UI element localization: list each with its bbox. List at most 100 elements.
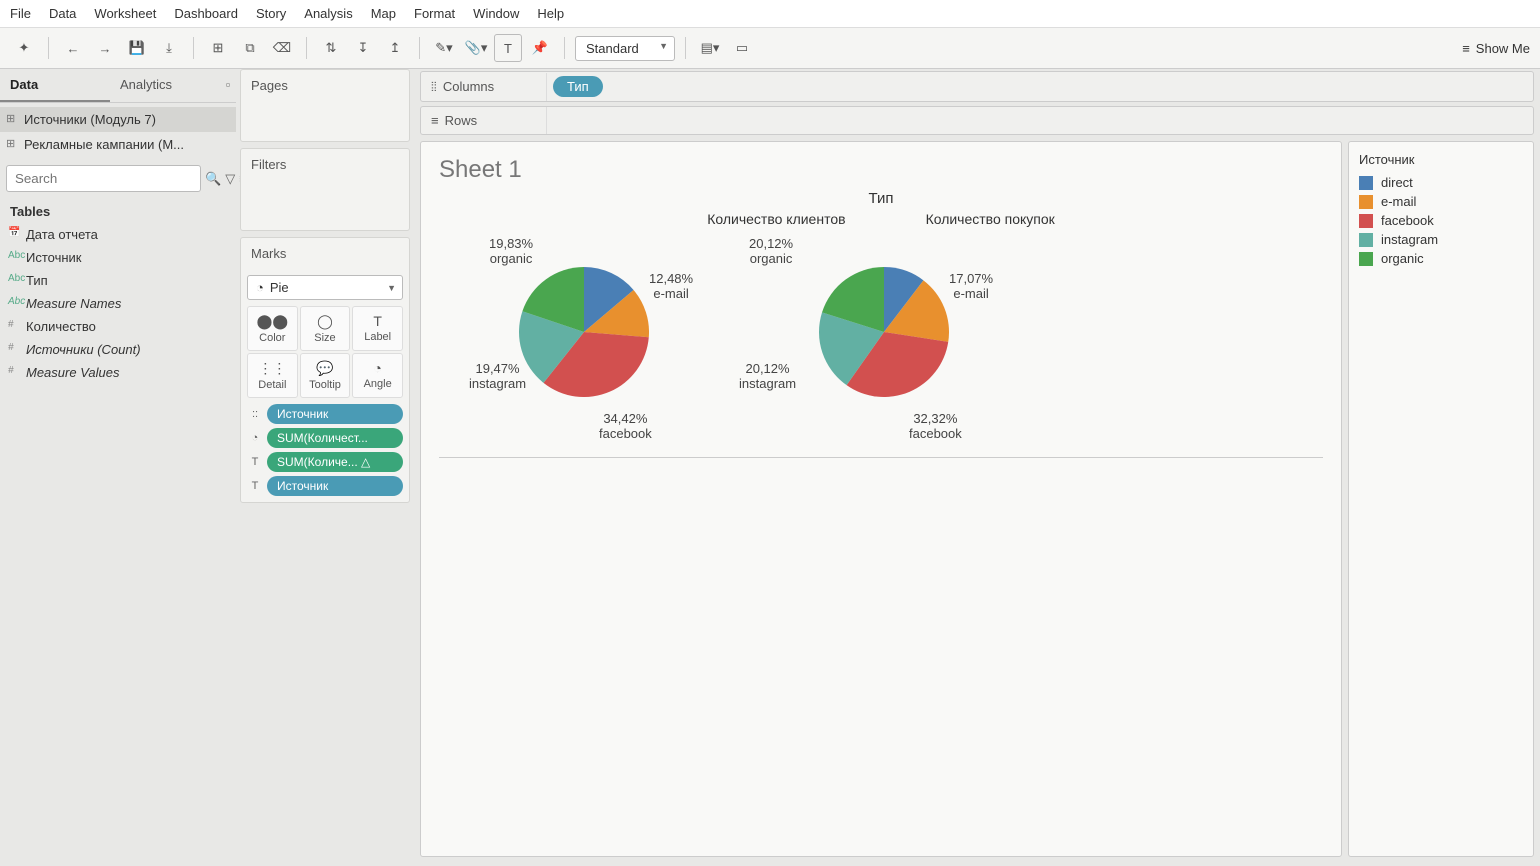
mark-size[interactable]: ◯Size	[300, 306, 351, 351]
color-legend[interactable]: Источник directe-mailfacebookinstagramor…	[1348, 141, 1534, 857]
clear-icon[interactable]: ⌫	[268, 34, 296, 62]
undo-icon[interactable]: ←	[59, 34, 87, 62]
field-label: Дата отчета	[26, 227, 98, 242]
field-label: Количество	[26, 319, 96, 334]
present-icon[interactable]: ▭	[728, 34, 756, 62]
legend-swatch	[1359, 195, 1373, 209]
field-item[interactable]: AbcТип	[0, 269, 236, 292]
field-type-icon: 📅	[8, 227, 20, 238]
legend-item[interactable]: e-mail	[1359, 192, 1523, 211]
legend-swatch	[1359, 252, 1373, 266]
pie-label: 19,83%organic	[489, 237, 533, 267]
swap-icon[interactable]: ⇅	[317, 34, 345, 62]
menu-data[interactable]: Data	[49, 6, 76, 21]
pill-shelf-icon: T	[247, 456, 263, 468]
pane-menu-icon[interactable]: ▫	[220, 69, 236, 102]
sheet-title[interactable]: Sheet 1	[439, 156, 1323, 184]
fit-selector[interactable]: Standard	[575, 36, 675, 61]
rows-shelf[interactable]: ≡Rows	[420, 106, 1534, 135]
menu-worksheet[interactable]: Worksheet	[94, 6, 156, 21]
new-sheet-icon[interactable]: ⊞	[204, 34, 232, 62]
legend-item[interactable]: organic	[1359, 249, 1523, 268]
legend-item[interactable]: direct	[1359, 173, 1523, 192]
save-icon[interactable]: 💾	[123, 34, 151, 62]
menu-format[interactable]: Format	[414, 6, 455, 21]
highlight-icon[interactable]: ✎▾	[430, 34, 458, 62]
mark-angle[interactable]: ◔Angle	[352, 353, 403, 398]
tab-data[interactable]: Data	[0, 69, 110, 102]
field-item[interactable]: # Количество	[0, 315, 236, 338]
mark-pill[interactable]: Источник	[267, 404, 403, 424]
datasource-item[interactable]: Рекламные кампании (М...	[0, 132, 236, 157]
marks-card: Marks ◔ Pie ⬤⬤Color◯SizeTLabel⋮⋮Detail💬T…	[240, 237, 410, 503]
group-icon[interactable]: 📎▾	[462, 34, 490, 62]
subheader-0: Количество клиентов	[707, 211, 845, 227]
columns-pill[interactable]: Тип	[553, 76, 603, 97]
redo-icon[interactable]: →	[91, 34, 119, 62]
pie-chart[interactable]: 20,12%organic17,07%e-mail20,12%instagram…	[769, 237, 1009, 437]
menu-help[interactable]: Help	[537, 6, 564, 21]
legend-swatch	[1359, 233, 1373, 247]
field-label: Measure Names	[26, 296, 121, 311]
labels-icon[interactable]: T	[494, 34, 522, 62]
new-data-icon[interactable]: ⤓	[155, 34, 183, 62]
show-me-label: Show Me	[1476, 41, 1530, 56]
field-type-icon: Abc	[8, 273, 25, 284]
field-type-icon: #	[8, 365, 14, 376]
mark-detail[interactable]: ⋮⋮Detail	[247, 353, 298, 398]
legend-label: e-mail	[1381, 194, 1416, 209]
mark-type-selector[interactable]: ◔ Pie	[247, 275, 403, 300]
filters-shelf[interactable]: Filters	[240, 148, 410, 231]
filters-label: Filters	[241, 149, 409, 180]
menu-dashboard[interactable]: Dashboard	[174, 6, 238, 21]
menu-story[interactable]: Story	[256, 6, 286, 21]
pill-shelf-icon: ::	[247, 408, 263, 420]
mark-pill[interactable]: SUM(Количе... △	[267, 452, 403, 472]
pie-label: 32,32%facebook	[909, 412, 962, 442]
search-input[interactable]	[6, 165, 201, 192]
tableau-logo-icon[interactable]: ✦	[10, 34, 38, 62]
pages-shelf[interactable]: Pages	[240, 69, 410, 142]
legend-swatch	[1359, 214, 1373, 228]
datasource-item[interactable]: Источники (Модуль 7)	[0, 107, 236, 132]
legend-item[interactable]: instagram	[1359, 230, 1523, 249]
pie-label: 19,47%instagram	[469, 362, 526, 392]
pie-chart[interactable]: 19,83%organic12,48%e-mail19,47%instagram…	[469, 237, 709, 437]
size-icon: ◯	[303, 313, 348, 330]
sort-desc-icon[interactable]: ↥	[381, 34, 409, 62]
menu-map[interactable]: Map	[371, 6, 396, 21]
field-item[interactable]: #Источники (Count)	[0, 338, 236, 361]
detail-icon: ⋮⋮	[250, 360, 295, 377]
duplicate-icon[interactable]: ⧉	[236, 34, 264, 62]
pages-label: Pages	[241, 70, 409, 101]
subheader-1: Количество покупок	[926, 211, 1055, 227]
tables-header: Tables	[0, 196, 236, 223]
tooltip-icon: 💬	[303, 360, 348, 377]
tab-analytics[interactable]: Analytics	[110, 69, 220, 102]
mark-tooltip[interactable]: 💬Tooltip	[300, 353, 351, 398]
mark-pill[interactable]: SUM(Количест...	[267, 428, 403, 448]
field-type-icon: #	[8, 319, 14, 330]
field-item[interactable]: AbcИсточник	[0, 246, 236, 269]
pie-label: 17,07%e-mail	[949, 272, 993, 302]
search-find-icon[interactable]: 🔍	[205, 171, 221, 187]
field-item[interactable]: AbcMeasure Names	[0, 292, 236, 315]
field-item[interactable]: 📅 Дата отчета	[0, 223, 236, 246]
sort-asc-icon[interactable]: ↧	[349, 34, 377, 62]
columns-shelf[interactable]: ⦙⦙Columns Тип	[420, 71, 1534, 102]
show-me-button[interactable]: ≡ Show Me	[1462, 41, 1530, 56]
field-item[interactable]: #Measure Values	[0, 361, 236, 384]
pin-icon[interactable]: 📌	[526, 34, 554, 62]
mark-color[interactable]: ⬤⬤Color	[247, 306, 298, 351]
mark-label[interactable]: TLabel	[352, 306, 403, 351]
worksheet-view[interactable]: Sheet 1 Тип Количество клиентов Количест…	[420, 141, 1342, 857]
cards-icon[interactable]: ▤▾	[696, 34, 724, 62]
field-type-icon: #	[8, 342, 14, 353]
angle-icon: ◔	[355, 360, 400, 376]
mark-pill[interactable]: Источник	[267, 476, 403, 496]
menu-file[interactable]: File	[10, 6, 31, 21]
menu-analysis[interactable]: Analysis	[304, 6, 352, 21]
legend-item[interactable]: facebook	[1359, 211, 1523, 230]
menu-window[interactable]: Window	[473, 6, 519, 21]
filter-icon[interactable]: ▽	[225, 171, 235, 187]
